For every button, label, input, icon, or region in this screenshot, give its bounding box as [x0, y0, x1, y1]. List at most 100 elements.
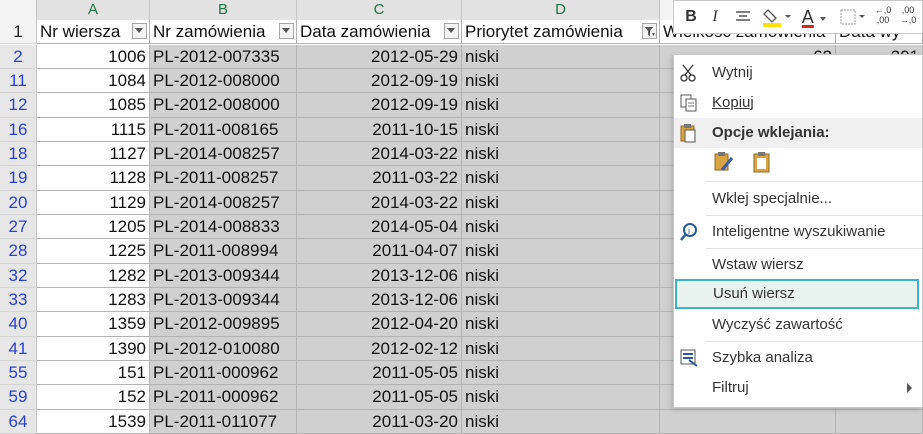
cell-data-zamowienia[interactable]: 2011-10-15 — [297, 117, 462, 142]
cell-nr-zamowienia[interactable]: PL-2011-008165 — [150, 117, 297, 142]
column-header-c[interactable]: C — [297, 0, 462, 20]
paste-button[interactable] — [750, 150, 776, 176]
cell-priorytet[interactable]: niski — [462, 190, 660, 215]
header-cell-priorytet-zamowienia[interactable]: Priorytet zamówienia — [462, 20, 660, 45]
column-header-d[interactable]: D — [462, 0, 660, 20]
bold-button[interactable]: B — [682, 5, 700, 29]
cell-nr-wiersza[interactable]: 1205 — [37, 214, 150, 240]
cell-nr-zamowienia[interactable]: PL-2012-007335 — [150, 44, 297, 69]
row-number[interactable]: 32 — [0, 263, 37, 288]
row-number[interactable]: 40 — [0, 312, 37, 337]
cell-data-zamowienia[interactable]: 2011-03-20 — [297, 409, 462, 434]
cell-priorytet[interactable]: niski — [462, 361, 660, 386]
menu-item-filter[interactable]: Filtruj — [674, 373, 922, 403]
cell-nr-wiersza[interactable]: 1283 — [37, 288, 150, 313]
filter-dropdown-button[interactable] — [279, 23, 294, 39]
cell-priorytet[interactable]: niski — [462, 166, 660, 191]
cell-data-zamowienia[interactable]: 2014-03-22 — [297, 190, 462, 215]
cell-nr-wiersza[interactable]: 1225 — [37, 239, 150, 264]
cell-data-zamowienia[interactable]: 2013-12-06 — [297, 288, 462, 313]
row-number[interactable]: 33 — [0, 288, 37, 313]
header-cell-nr-wiersza[interactable]: Nr wiersza — [37, 20, 150, 45]
filter-active-button[interactable] — [642, 23, 657, 39]
paste-formatting-button[interactable] — [712, 150, 738, 176]
row-number[interactable]: 28 — [0, 239, 37, 264]
cell-priorytet[interactable]: niski — [462, 312, 660, 337]
cell-priorytet[interactable]: niski — [462, 263, 660, 288]
cell-nr-zamowienia[interactable]: PL-2012-010080 — [150, 336, 297, 362]
select-all-corner[interactable] — [0, 0, 37, 20]
cell-data-zamowienia[interactable]: 2012-02-12 — [297, 336, 462, 362]
cell-data-zamowienia[interactable]: 2013-12-06 — [297, 263, 462, 288]
menu-item-clear-contents[interactable]: Wyczyść zawartość — [674, 310, 922, 340]
cell-priorytet[interactable]: niski — [462, 44, 660, 69]
cell-priorytet[interactable]: niski — [462, 409, 660, 434]
decrease-decimal-button[interactable]: ←,0 ,00 — [872, 5, 894, 29]
cell-nr-wiersza[interactable]: 1282 — [37, 263, 150, 288]
cell-priorytet[interactable]: niski — [462, 214, 660, 240]
row-number[interactable]: 12 — [0, 93, 37, 118]
menu-item-insert-row[interactable]: Wstaw wiersz — [674, 250, 922, 280]
filter-dropdown-button[interactable] — [132, 23, 147, 39]
filter-dropdown-button[interactable] — [444, 23, 459, 39]
cell-nr-zamowienia[interactable]: PL-2011-000962 — [150, 385, 297, 410]
cell-nr-zamowienia[interactable]: PL-2013-009344 — [150, 288, 297, 313]
cell-data-zamowienia[interactable]: 2011-05-05 — [297, 385, 462, 410]
cell-nr-wiersza[interactable]: 1539 — [37, 409, 150, 434]
cell-priorytet[interactable]: niski — [462, 141, 660, 167]
cell-data-zamowienia[interactable]: 2012-09-19 — [297, 93, 462, 118]
cell-nr-wiersza[interactable]: 1084 — [37, 68, 150, 94]
borders-button[interactable] — [838, 5, 868, 29]
column-header-b[interactable]: B — [150, 0, 297, 20]
cell-nr-wiersza[interactable]: 1006 — [37, 44, 150, 69]
menu-item-smart-lookup[interactable]: i Inteligentne wyszukiwanie — [674, 217, 922, 247]
cell-nr-zamowienia[interactable]: PL-2014-008833 — [150, 214, 297, 240]
cell-data-zamowienia[interactable]: 2012-05-29 — [297, 44, 462, 69]
cell-nr-zamowienia[interactable]: PL-2014-008257 — [150, 141, 297, 167]
cell-nr-wiersza[interactable]: 151 — [37, 361, 150, 386]
cell-priorytet[interactable]: niski — [462, 68, 660, 94]
row-number[interactable]: 19 — [0, 166, 37, 191]
italic-button[interactable]: I — [706, 5, 724, 29]
cell-nr-zamowienia[interactable]: PL-2012-008000 — [150, 68, 297, 94]
header-cell-data-zamowienia[interactable]: Data zamówienia — [297, 20, 462, 45]
font-color-button[interactable]: A — [798, 5, 832, 29]
row-number[interactable]: 11 — [0, 68, 37, 94]
menu-item-cut[interactable]: Wytnij — [674, 58, 922, 88]
cell-nr-wiersza[interactable]: 1085 — [37, 93, 150, 118]
row-number[interactable]: 16 — [0, 117, 37, 142]
column-header-a[interactable]: A — [37, 0, 150, 20]
increase-decimal-button[interactable]: ,00 →,0 — [896, 5, 920, 29]
row-number[interactable]: 20 — [0, 190, 37, 215]
cell-wielkosc-zamowienia[interactable] — [660, 409, 836, 434]
cell-data-zamowienia[interactable]: 2012-04-20 — [297, 312, 462, 337]
row-number[interactable]: 18 — [0, 141, 37, 167]
fill-color-button[interactable] — [760, 5, 794, 29]
row-number[interactable]: 1 — [0, 20, 37, 45]
header-cell-nr-zamowienia[interactable]: Nr zamówienia — [150, 20, 297, 45]
cell-nr-wiersza[interactable]: 1127 — [37, 141, 150, 167]
cell-data-zamowienia[interactable]: 2012-09-19 — [297, 68, 462, 94]
cell-nr-wiersza[interactable]: 1115 — [37, 117, 150, 142]
cell-priorytet[interactable]: niski — [462, 385, 660, 410]
cell-data-wysylki[interactable] — [836, 409, 923, 434]
cell-nr-zamowienia[interactable]: PL-2012-008000 — [150, 93, 297, 118]
row-number[interactable]: 27 — [0, 214, 37, 240]
row-number[interactable]: 55 — [0, 361, 37, 386]
menu-item-delete-row[interactable]: Usuń wiersz — [675, 279, 919, 309]
cell-nr-zamowienia[interactable]: PL-2011-011077 — [150, 409, 297, 434]
row-number[interactable]: 59 — [0, 385, 37, 410]
cell-nr-wiersza[interactable]: 1390 — [37, 336, 150, 362]
cell-nr-zamowienia[interactable]: PL-2011-000962 — [150, 361, 297, 386]
menu-item-copy[interactable]: Kopiuj — [674, 88, 922, 118]
row-number[interactable]: 41 — [0, 336, 37, 362]
cell-data-zamowienia[interactable]: 2014-05-04 — [297, 214, 462, 240]
align-center-button[interactable] — [732, 5, 754, 29]
cell-nr-wiersza[interactable]: 152 — [37, 385, 150, 410]
cell-nr-zamowienia[interactable]: PL-2011-008994 — [150, 239, 297, 264]
cell-nr-wiersza[interactable]: 1359 — [37, 312, 150, 337]
cell-data-zamowienia[interactable]: 2011-04-07 — [297, 239, 462, 264]
cell-nr-zamowienia[interactable]: PL-2011-008257 — [150, 166, 297, 191]
cell-priorytet[interactable]: niski — [462, 336, 660, 362]
cell-priorytet[interactable]: niski — [462, 117, 660, 142]
